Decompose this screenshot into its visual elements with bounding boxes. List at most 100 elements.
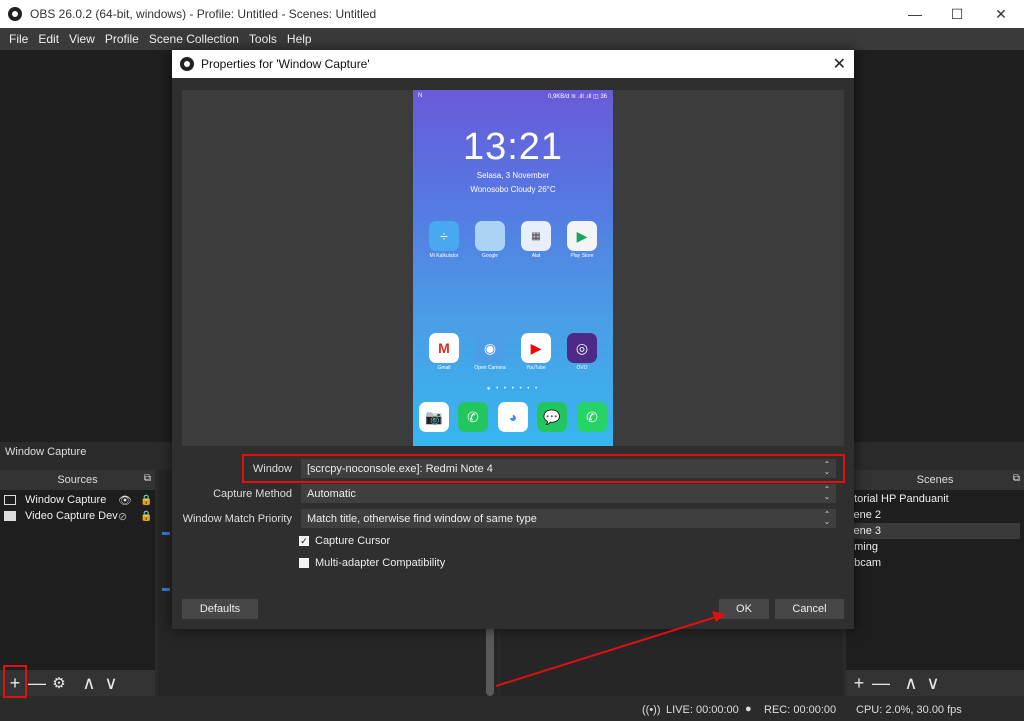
match-priority-select[interactable]: Match title, otherwise find window of sa… [301,509,836,528]
source-item-window-capture[interactable]: Window Capture 👁 🔒 [4,492,152,508]
window-title: OBS 26.0.2 (64-bit, windows) - Profile: … [30,7,377,21]
scenes-header: Scenes ⧉ [846,470,1024,490]
phone-dock-icon: ✆ [458,402,488,432]
camera-icon [4,511,16,521]
app-label: Play Store [570,253,594,259]
ovo-icon: ◎ [567,333,597,363]
sources-list: Window Capture 👁 🔒 Video Capture Dev ⊘ 🔒 [0,490,155,670]
window-icon [4,495,16,505]
scene-down-button[interactable]: ∨ [922,672,944,694]
source-label: Video Capture Dev [25,510,118,522]
dock-popout-icon[interactable]: ⧉ [1013,473,1020,484]
cancel-button[interactable]: Cancel [775,599,844,619]
status-bar: ((•)) LIVE: 00:00:00 ● REC: 00:00:00 CPU… [0,700,1024,721]
audio-meter [162,532,170,535]
app-label: Open Camera [474,365,506,371]
move-down-button[interactable]: ∨ [100,672,122,694]
selected-source-label: Window Capture [5,446,87,458]
select-spinner-icon: ⌃ ⌄ [823,485,831,501]
annotation-window-highlight [242,454,845,483]
source-preview: N 0,9KB/d ≋ .ıll .ıll ◫ 36 13:21 Selasa,… [182,90,844,446]
app-label: OVO [576,365,588,371]
scene-item-selected[interactable]: cene 3 [848,523,1020,539]
capture-method-select[interactable]: Automatic ⌃ ⌄ [301,484,836,503]
app-label: Google [481,253,499,259]
phone-status-right: 0,9KB/d ≋ .ıll .ıll ◫ 36 [547,94,607,100]
defaults-button[interactable]: Defaults [182,599,258,619]
remove-source-button[interactable]: — [26,672,48,694]
add-scene-button[interactable]: + [848,672,870,694]
cpu-status: CPU: 2.0%, 30.00 fps [856,704,962,716]
maximize-button[interactable]: ☐ [934,0,980,28]
tools-folder-icon: ▦ [521,221,551,251]
window-titlebar: OBS 26.0.2 (64-bit, windows) - Profile: … [0,0,1024,28]
menu-scene-collection[interactable]: Scene Collection [144,32,244,46]
multi-adapter-label: Multi-adapter Compatibility [315,557,446,569]
whatsapp-dock-icon: ✆ [577,402,607,432]
scene-up-button[interactable]: ∧ [900,672,922,694]
scene-item[interactable]: cene 2 [848,507,1020,523]
youtube-icon: ▶ [521,333,551,363]
annotation-add-highlight [3,665,27,698]
properties-dialog: Properties for 'Window Capture' ✕ N 0,9K… [172,50,854,629]
audio-meter [162,588,170,591]
camera-dock-icon: 📷 [419,402,449,432]
live-timer: LIVE: 00:00:00 [666,704,739,716]
lock-icon[interactable]: 🔒 [140,495,152,506]
capture-method-value: Automatic [307,487,356,500]
scenes-footer: + — ∧ ∨ [846,670,1024,696]
dock-popout-icon[interactable]: ⧉ [144,473,151,484]
messages-dock-icon: 💬 [537,402,567,432]
scene-item[interactable]: ebcam [848,555,1020,571]
app-label: Gmail [437,365,451,371]
phone-screen-capture: N 0,9KB/d ≋ .ıll .ıll ◫ 36 13:21 Selasa,… [413,90,613,446]
page-indicator-dots: ● • • • • • • [486,386,540,392]
mixer-scrollbar[interactable] [486,620,494,696]
capture-cursor-label: Capture Cursor [315,535,391,547]
dialog-titlebar: Properties for 'Window Capture' ✕ [172,50,854,78]
menu-edit[interactable]: Edit [33,32,64,46]
match-priority-label: Window Match Priority [182,513,292,525]
menu-view[interactable]: View [64,32,100,46]
rec-dot-icon: ● [745,703,752,715]
obs-logo-icon [8,7,22,21]
close-button[interactable]: ✕ [978,0,1024,28]
live-broadcast-icon: ((•)) [642,704,661,716]
match-priority-value: Match title, otherwise find window of sa… [307,512,537,525]
minimize-button[interactable]: — [892,0,938,28]
phone-date: Selasa, 3 November [476,171,550,180]
checkbox-unchecked-icon [299,558,309,568]
source-item-video-capture[interactable]: Video Capture Dev ⊘ 🔒 [4,508,152,524]
visibility-eye-icon[interactable]: 👁 [118,494,132,507]
gmail-icon: M [429,333,459,363]
capture-method-label: Capture Method [213,488,292,500]
play-store-icon: ▶ [567,221,597,251]
lock-icon[interactable]: 🔒 [140,511,152,522]
menu-profile[interactable]: Profile [100,32,144,46]
move-up-button[interactable]: ∧ [78,672,100,694]
scenes-title: Scenes [916,474,954,486]
scene-item[interactable]: utorial HP Panduanit [848,491,1020,507]
scene-item[interactable]: aming [848,539,1020,555]
dialog-close-button[interactable]: ✕ [833,54,846,74]
multi-adapter-checkbox[interactable]: Multi-adapter Compatibility [299,557,445,569]
menu-bar: File Edit View Profile Scene Collection … [0,28,1024,50]
menu-tools[interactable]: Tools [244,32,282,46]
rec-timer: REC: 00:00:00 [764,704,837,716]
obs-logo-icon [180,57,194,71]
menu-help[interactable]: Help [282,32,317,46]
menu-file[interactable]: File [4,32,33,46]
select-spinner-icon: ⌃ ⌄ [823,510,831,526]
sources-header: Sources ⧉ [0,470,155,490]
capture-cursor-checkbox[interactable]: ✓ Capture Cursor [299,535,390,547]
phone-status-left: N [418,93,423,99]
chrome-dock-icon: ◕ [498,402,528,432]
remove-scene-button[interactable]: — [870,672,892,694]
visibility-hidden-icon[interactable]: ⊘ [118,510,127,523]
sources-title: Sources [57,474,98,486]
phone-clock: 13:21 [462,126,564,168]
app-label: Alat [531,253,541,259]
ok-button[interactable]: OK [719,599,769,619]
source-settings-button[interactable]: ⚙ [48,672,70,694]
calculator-icon: ÷ [429,221,459,251]
